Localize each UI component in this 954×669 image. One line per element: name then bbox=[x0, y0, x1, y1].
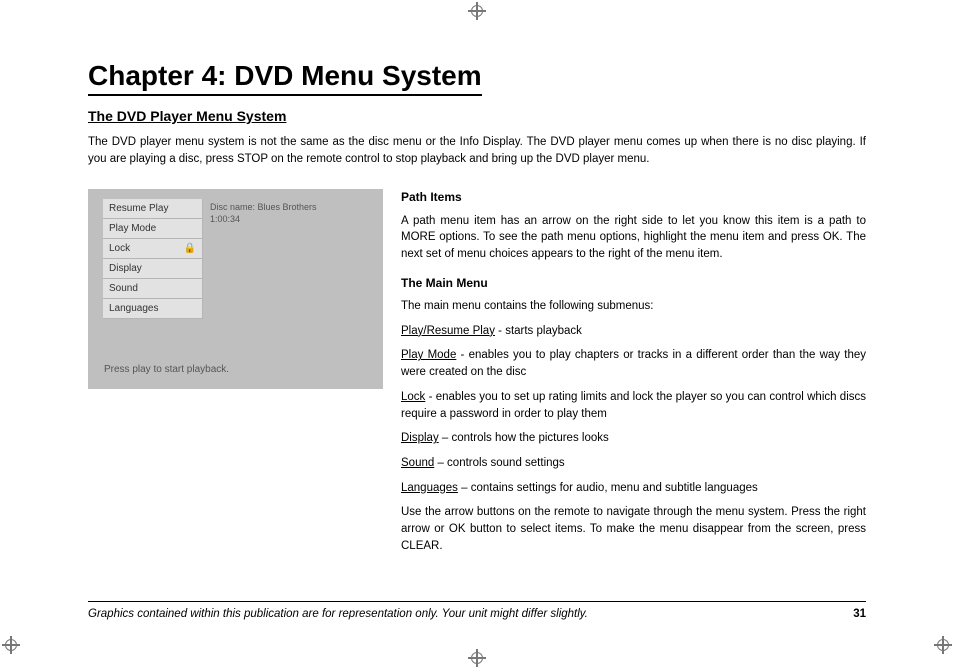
page-content: Chapter 4: DVD Menu System The DVD Playe… bbox=[88, 60, 866, 562]
menu-item-label: Display bbox=[109, 259, 142, 278]
crop-mark-bottom bbox=[468, 649, 486, 667]
submenu-display: Display – controls how the pictures look… bbox=[401, 430, 866, 447]
menu-item-display: Display bbox=[103, 259, 203, 279]
submenu-desc: - enables you to play chapters or tracks… bbox=[401, 349, 866, 378]
chapter-title: Chapter 4: DVD Menu System bbox=[88, 60, 482, 96]
submenu-label: Languages bbox=[401, 482, 458, 494]
menu-item-label: Languages bbox=[109, 299, 159, 318]
menu-list: Resume Play Play Mode Lock 🔒 Display Sou… bbox=[103, 199, 203, 319]
disc-info: Disc name: Blues Brothers 1:00:34 bbox=[210, 201, 317, 225]
submenu-label: Sound bbox=[401, 457, 434, 469]
menu-item-sound: Sound bbox=[103, 279, 203, 299]
submenu-label: Display bbox=[401, 432, 439, 444]
submenu-label: Play Mode bbox=[401, 349, 456, 361]
submenu-label: Play/Resume Play bbox=[401, 325, 495, 337]
submenu-desc: – controls sound settings bbox=[434, 457, 564, 469]
submenu-sound: Sound – controls sound settings bbox=[401, 455, 866, 472]
menu-item-resume-play: Resume Play bbox=[103, 199, 203, 219]
menu-item-play-mode: Play Mode bbox=[103, 219, 203, 239]
menu-item-label: Lock bbox=[109, 239, 130, 258]
navigation-note: Use the arrow buttons on the remote to n… bbox=[401, 504, 866, 554]
submenu-label: Lock bbox=[401, 391, 425, 403]
menu-item-label: Sound bbox=[109, 279, 138, 298]
menu-item-languages: Languages bbox=[103, 299, 203, 319]
right-column: Path Items A path menu item has an arrow… bbox=[401, 189, 866, 562]
crop-mark-right bbox=[934, 636, 952, 654]
lock-icon: 🔒 bbox=[184, 239, 196, 258]
submenu-play: Play/Resume Play - starts playback bbox=[401, 323, 866, 340]
submenu-desc: - enables you to set up rating limits an… bbox=[401, 391, 866, 420]
page-number: 31 bbox=[853, 608, 866, 620]
disc-time: 1:00:34 bbox=[210, 213, 317, 225]
crop-mark-top bbox=[468, 2, 486, 20]
menu-item-lock: Lock 🔒 bbox=[103, 239, 203, 259]
menu-item-label: Resume Play bbox=[109, 199, 168, 218]
submenu-desc: - starts playback bbox=[495, 325, 582, 337]
page-footer: Graphics contained within this publicati… bbox=[88, 601, 866, 620]
submenu-play-mode: Play Mode - enables you to play chapters… bbox=[401, 347, 866, 380]
main-menu-heading: The Main Menu bbox=[401, 275, 866, 292]
footer-note: Graphics contained within this publicati… bbox=[88, 608, 588, 620]
submenu-desc: – contains settings for audio, menu and … bbox=[458, 482, 758, 494]
path-items-body: A path menu item has an arrow on the rig… bbox=[401, 213, 866, 263]
disc-name: Disc name: Blues Brothers bbox=[210, 201, 317, 213]
intro-paragraph: The DVD player menu system is not the sa… bbox=[88, 134, 866, 167]
submenu-languages: Languages – contains settings for audio,… bbox=[401, 480, 866, 497]
figure-caption: Press play to start playback. bbox=[104, 364, 229, 375]
submenu-lock: Lock - enables you to set up rating limi… bbox=[401, 389, 866, 422]
menu-item-label: Play Mode bbox=[109, 219, 156, 238]
submenu-desc: – controls how the pictures looks bbox=[439, 432, 609, 444]
main-menu-body: The main menu contains the following sub… bbox=[401, 298, 866, 315]
path-items-heading: Path Items bbox=[401, 189, 866, 206]
menu-screenshot: Resume Play Play Mode Lock 🔒 Display Sou… bbox=[88, 189, 383, 389]
section-title: The DVD Player Menu System bbox=[88, 108, 866, 124]
crop-mark-left bbox=[2, 636, 20, 654]
